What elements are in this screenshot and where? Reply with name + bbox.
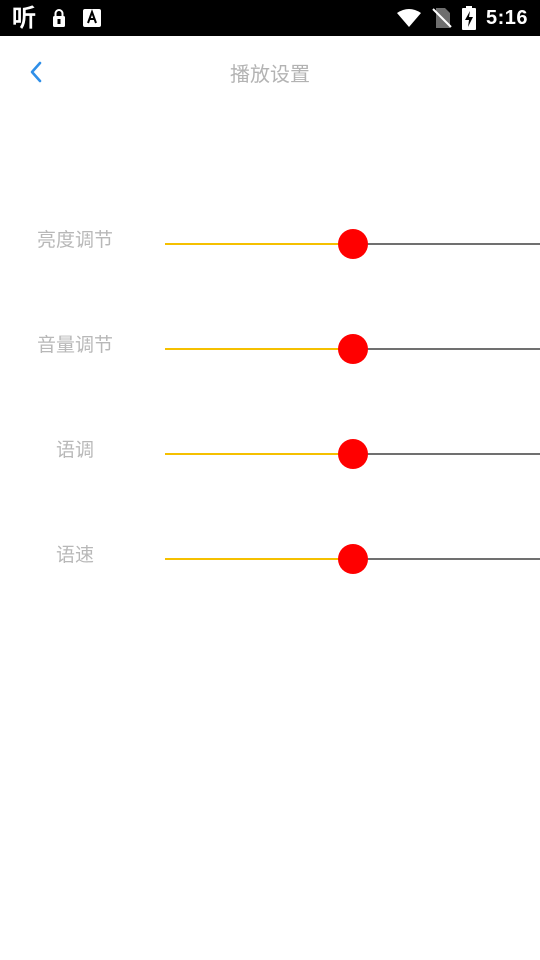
brightness-slider[interactable] — [165, 229, 540, 259]
slider-thumb[interactable] — [337, 439, 368, 469]
page-title: 播放设置 — [230, 62, 310, 86]
pitch-slider[interactable] — [165, 439, 540, 469]
slider-fill — [165, 453, 353, 455]
back-button[interactable] — [20, 58, 52, 90]
setting-row-speed: 语速 — [0, 540, 540, 580]
slider-fill — [165, 558, 353, 560]
chevron-left-icon — [29, 61, 43, 87]
slider-thumb[interactable] — [337, 334, 368, 364]
volume-slider[interactable] — [165, 334, 540, 364]
app-notification-glyph: 听 — [12, 4, 36, 32]
setting-row-brightness: 亮度调节 — [0, 225, 540, 265]
setting-row-volume: 音量调节 — [0, 330, 540, 370]
status-bar-right: 5:16 — [396, 4, 528, 32]
slider-thumb[interactable] — [337, 229, 368, 259]
status-time: 5:16 — [485, 6, 528, 29]
brightness-label: 亮度调节 — [36, 229, 113, 251]
slider-thumb[interactable] — [337, 544, 368, 574]
volume-label: 音量调节 — [36, 334, 113, 356]
speed-label: 语速 — [55, 544, 94, 566]
battery-charging-icon — [461, 6, 476, 30]
a-notification-icon — [82, 8, 102, 28]
no-sim-icon — [432, 7, 452, 29]
slider-fill — [165, 348, 353, 350]
speed-slider[interactable] — [165, 544, 540, 574]
app-header: 播放设置 — [0, 36, 540, 112]
lock-notification-icon — [50, 8, 68, 28]
status-bar-left: 听 — [12, 4, 102, 32]
slider-fill — [165, 243, 353, 245]
status-bar: 听 5:16 — [0, 0, 540, 36]
wifi-icon — [396, 8, 422, 28]
setting-row-pitch: 语调 — [0, 435, 540, 475]
pitch-label: 语调 — [55, 439, 94, 461]
